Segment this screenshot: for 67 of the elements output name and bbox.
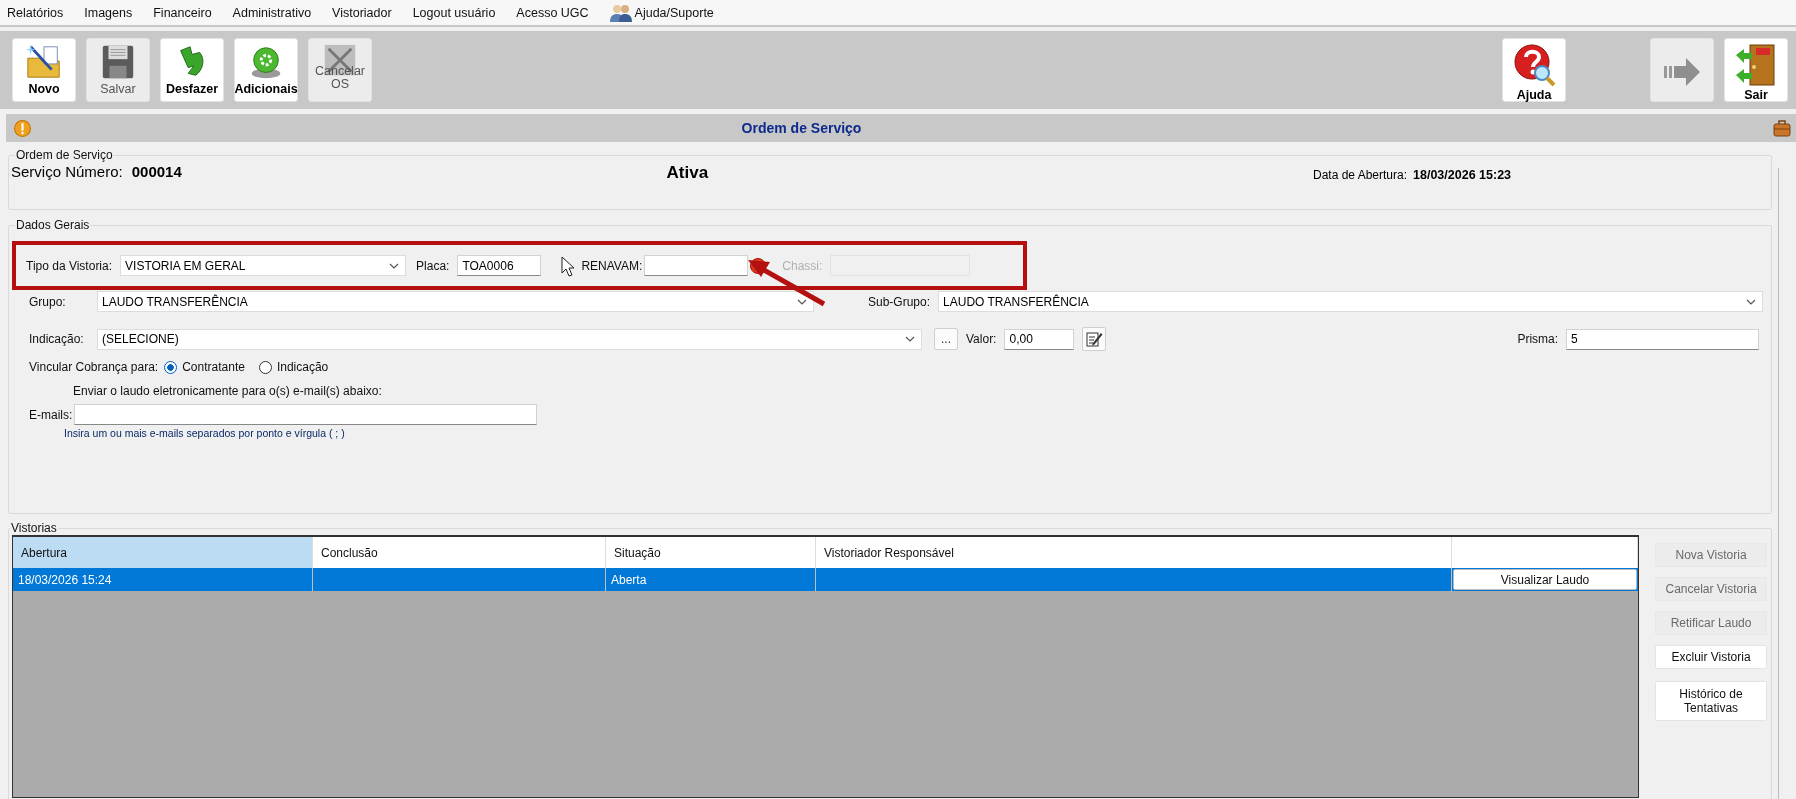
- menu-item[interactable]: Administrativo: [232, 3, 320, 22]
- briefcase-icon: [1772, 118, 1792, 138]
- field-label: RENAVAM:: [581, 258, 643, 273]
- field-label: Prisma:: [1517, 332, 1559, 346]
- mouse-pointer-icon: [561, 256, 575, 277]
- action-button[interactable]: Excluir Vistoria: [1655, 645, 1768, 669]
- text-field[interactable]: [74, 404, 538, 425]
- text-field[interactable]: 5: [1566, 328, 1760, 350]
- order-number: 000014: [131, 162, 182, 180]
- table-cell: 18/03/2026 15:24: [13, 568, 313, 591]
- edit-icon: [1085, 330, 1104, 348]
- dropdown[interactable]: LAUDO TRANSFERÊNCIA: [938, 291, 1764, 312]
- warning-icon: [14, 119, 31, 137]
- text-field[interactable]: 0,00: [1004, 328, 1075, 350]
- dropdown[interactable]: VISTORIA EM GERAL: [120, 255, 407, 276]
- field-label: Sub-Grupo:: [868, 294, 931, 309]
- status-text: Ativa: [666, 163, 709, 183]
- page-title: Ordem de Serviço: [740, 120, 863, 136]
- menu-item[interactable]: Relatórios: [7, 3, 72, 22]
- table-cell: Aberta: [606, 568, 816, 591]
- menu-item[interactable]: Logout usuário: [412, 3, 504, 22]
- view-report-button[interactable]: Visualizar Laudo: [1453, 569, 1638, 590]
- text-field[interactable]: TOA0006: [457, 255, 542, 276]
- toolbar-button[interactable]: Ajuda: [1502, 38, 1566, 102]
- field-label: Valor:: [966, 332, 997, 346]
- menu-item[interactable]: Ajuda/Suporte: [609, 0, 722, 25]
- dropdown[interactable]: (SELECIONE): [97, 328, 922, 350]
- toolbar-button[interactable]: Desfazer: [160, 38, 224, 102]
- question-mark-icon: [1512, 43, 1556, 87]
- people-icon: [609, 2, 632, 23]
- caret-icon: [1746, 298, 1757, 305]
- text-field[interactable]: [644, 255, 749, 276]
- toolbar-button[interactable]: Adicionais: [234, 38, 298, 102]
- group-title: Ordem de Serviço: [15, 148, 114, 162]
- menu-item[interactable]: Imagens: [84, 3, 141, 22]
- column-header[interactable]: Abertura: [13, 537, 313, 568]
- field-label: Data de Abertura:: [1312, 168, 1408, 182]
- field-label: E-mails:: [29, 407, 73, 422]
- caret-icon: [905, 336, 915, 342]
- hint-text: Insira um ou mais e-mails separados por ponto e vírgula ( ; ): [64, 427, 346, 439]
- group-title: Dados Gerais: [15, 218, 91, 232]
- edit-button[interactable]: [1082, 327, 1107, 351]
- field-label: Tipo da Vistoria:: [26, 258, 113, 273]
- menu-item[interactable]: Vistoriador: [332, 3, 400, 22]
- caret-icon: [389, 262, 400, 269]
- browse-button[interactable]: ...: [934, 328, 958, 350]
- caret-icon: [797, 298, 807, 305]
- field-label: Indicação:: [29, 332, 85, 346]
- opening-date: 18/03/2026 15:23: [1413, 168, 1512, 182]
- field-label: Grupo:: [29, 294, 67, 309]
- group-title: Vistorias: [10, 521, 58, 535]
- field-label: Vincular Cobrança para:: [29, 360, 159, 374]
- field-label: Chassi:: [782, 258, 823, 273]
- field-label: Placa:: [416, 258, 450, 273]
- instruction-text: Enviar o laudo eletronicamente para o(s) e-mail(s) abaixo:: [73, 384, 383, 398]
- exit-door-icon: [1734, 43, 1778, 87]
- menu-item[interactable]: Financeiro: [153, 3, 220, 22]
- radio-button[interactable]: Indicação: [258, 360, 329, 374]
- radio-button[interactable]: Contratante: [164, 360, 245, 374]
- toolbar-button[interactable]: Sair: [1724, 38, 1788, 102]
- table-row[interactable]: 18/03/2026 15:24 Aberta Visualizar Laudo: [13, 568, 1639, 591]
- dropdown[interactable]: LAUDO TRANSFERÊNCIA: [97, 291, 814, 312]
- toolbar-button[interactable]: Novo: [12, 38, 76, 102]
- action-button[interactable]: Histórico de Tentativas: [1655, 681, 1768, 721]
- field-label: Serviço Número:: [11, 162, 123, 180]
- wand-folder-icon: [25, 43, 63, 81]
- menu-item[interactable]: Acesso UGC: [516, 3, 597, 22]
